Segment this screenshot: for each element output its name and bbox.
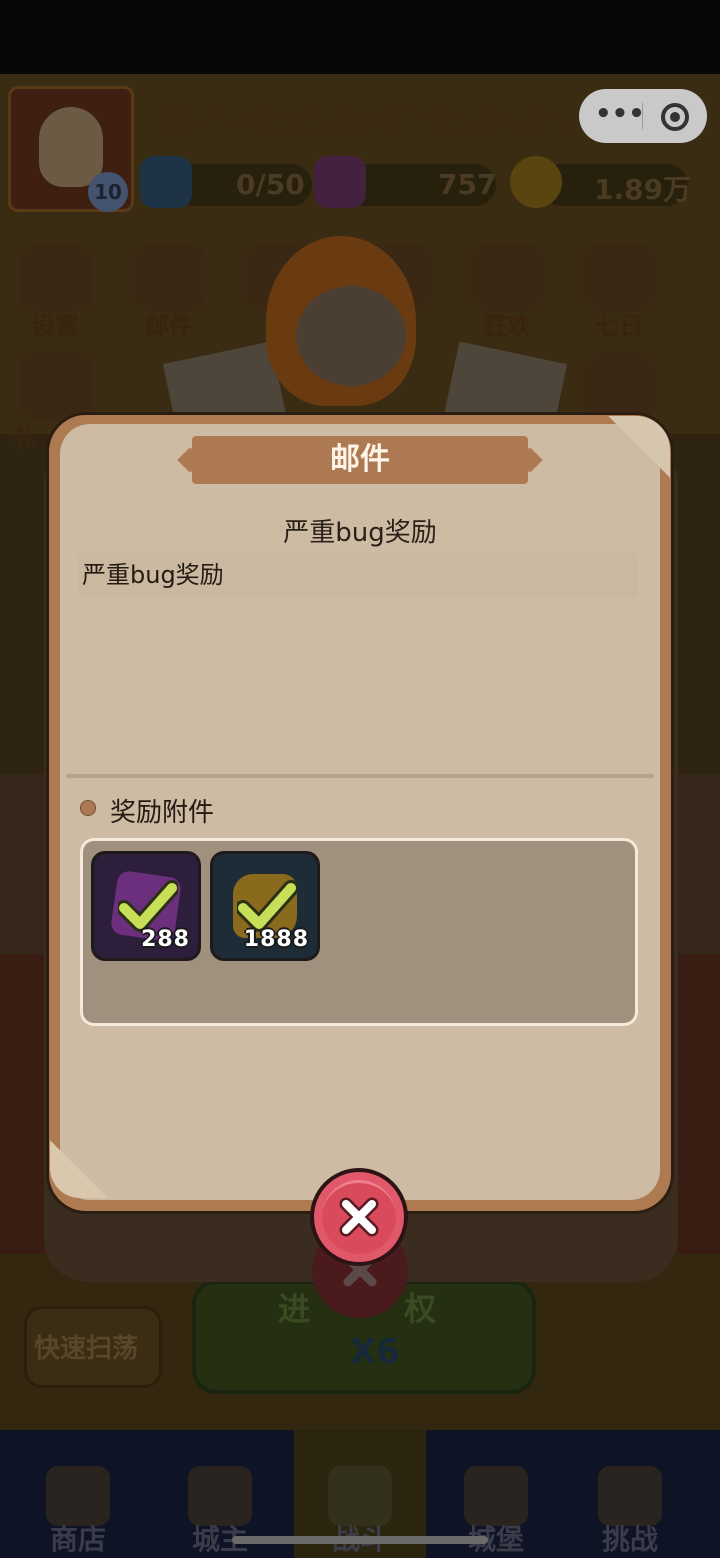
castle-icon bbox=[464, 1466, 528, 1526]
mail-body: 严重bug奖励 bbox=[82, 561, 224, 589]
menu-carnival-label: 狂欢 bbox=[483, 312, 531, 340]
nav-challenge[interactable]: 挑战 bbox=[564, 1430, 696, 1558]
more-icon[interactable]: ••• bbox=[595, 99, 645, 129]
status-bar bbox=[0, 0, 720, 74]
item-count: 288 bbox=[141, 927, 190, 952]
battle-button-label: 进 bbox=[278, 1290, 311, 1328]
battle-energy-cost: X6 bbox=[350, 1332, 400, 1372]
item-count: 1888 bbox=[243, 927, 309, 952]
energy-value: 0/50 bbox=[236, 168, 305, 201]
side-gift-icon[interactable] bbox=[20, 352, 92, 420]
lightning-icon[interactable] bbox=[140, 156, 192, 208]
attachment-item[interactable]: 288 bbox=[91, 851, 201, 961]
close-icon bbox=[339, 1197, 379, 1237]
hero-face bbox=[296, 286, 406, 386]
nav-shop[interactable]: 商店 bbox=[12, 1430, 144, 1558]
attachments-title: 奖励附件 bbox=[110, 798, 215, 828]
quick-sweep-label: 快速扫荡 bbox=[34, 1334, 139, 1364]
gem-icon[interactable] bbox=[314, 156, 366, 208]
menu-mail-label: 邮件 bbox=[145, 312, 193, 340]
bullet-dot bbox=[80, 800, 96, 816]
skull-icon bbox=[598, 1466, 662, 1526]
shop-icon bbox=[46, 1466, 110, 1526]
close-miniprogram-dot bbox=[670, 112, 680, 122]
gear-icon[interactable] bbox=[20, 244, 92, 312]
username: 用户42953967952655 bbox=[160, 102, 576, 142]
coin-icon[interactable] bbox=[510, 156, 562, 208]
dialog-title: 邮件 bbox=[330, 442, 390, 477]
menu-settings-label: 设置 bbox=[31, 312, 79, 340]
gold-value: 1.89万 bbox=[594, 173, 692, 206]
nav-shop-label: 商店 bbox=[49, 1523, 106, 1556]
avatar-portrait bbox=[39, 107, 103, 187]
home-indicator bbox=[232, 1536, 488, 1544]
menu-seven-day-label: 七日 bbox=[595, 312, 643, 340]
share-icon[interactable] bbox=[584, 352, 656, 420]
gem-value: 757 bbox=[438, 168, 497, 201]
mail-icon[interactable] bbox=[134, 244, 206, 312]
capsule-divider bbox=[642, 103, 643, 129]
balloon-icon[interactable] bbox=[472, 244, 544, 312]
level-badge: 10 bbox=[88, 172, 128, 212]
nav-challenge-label: 挑战 bbox=[601, 1523, 658, 1556]
miniprogram-capsule: ••• bbox=[579, 89, 707, 143]
section-divider bbox=[66, 774, 654, 778]
crown-icon bbox=[188, 1466, 252, 1526]
mail-subject: 严重bug奖励 bbox=[283, 518, 437, 548]
gift-icon[interactable] bbox=[584, 244, 656, 312]
swords-icon bbox=[328, 1466, 392, 1526]
dialog-corner-highlight bbox=[50, 1140, 108, 1198]
battle-button-label-tail: 权 bbox=[404, 1290, 437, 1328]
attachment-item[interactable]: 1888 bbox=[210, 851, 320, 961]
close-button[interactable] bbox=[310, 1168, 408, 1266]
